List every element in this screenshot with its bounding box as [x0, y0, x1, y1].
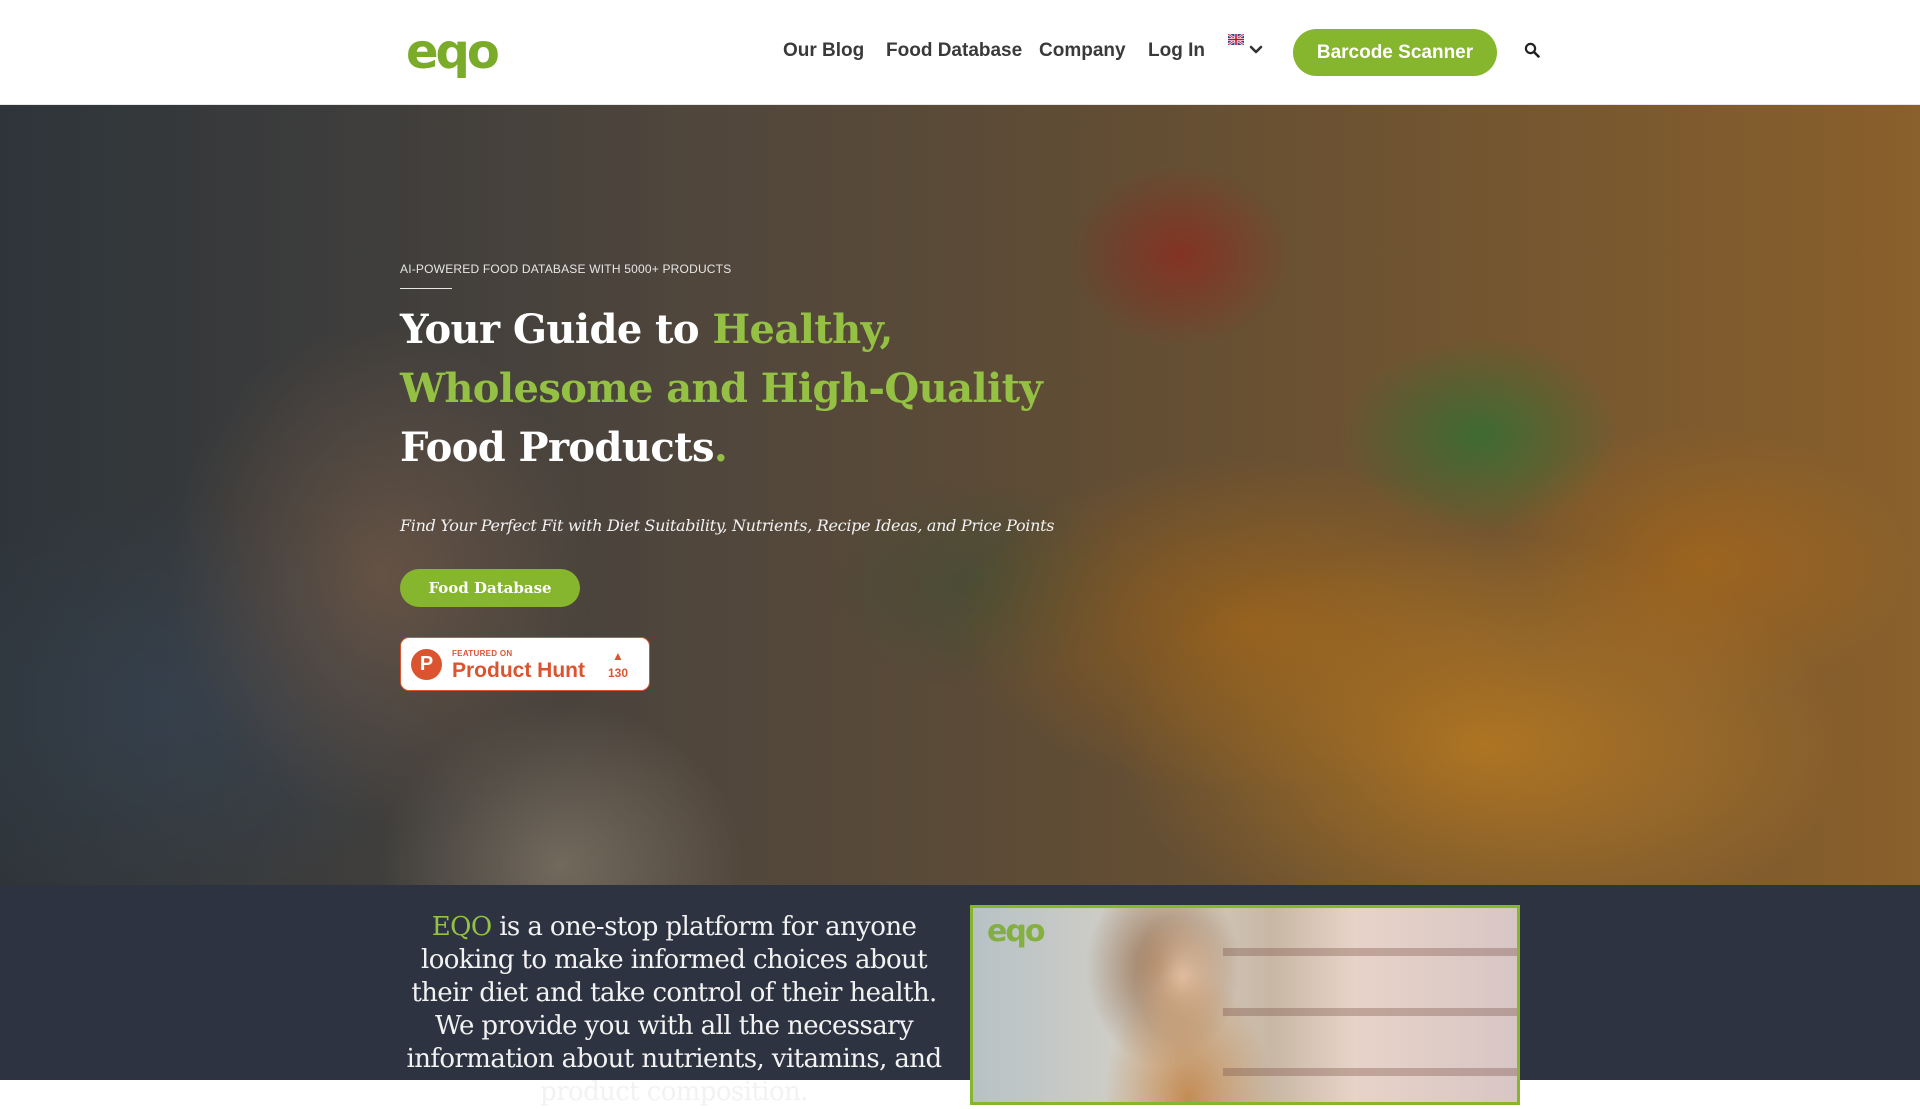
about-text: EQO is a one-stop platform for anyone lo… — [398, 911, 950, 1109]
headline-part-2: Food Products — [400, 424, 715, 471]
about-brand: EQO — [431, 912, 492, 942]
headline-highlight-1: Healthy, — [712, 306, 893, 353]
language-selector[interactable] — [1228, 34, 1268, 64]
shelf-line — [1223, 1068, 1517, 1076]
hero-eyebrow: AI-POWERED FOOD DATABASE WITH 5000+ PROD… — [400, 262, 732, 276]
logo-text: eqo — [406, 24, 500, 80]
headline-line-3: Food Products. — [400, 418, 1040, 477]
upvote-arrow-icon: ▲ — [612, 649, 624, 663]
nav-our-blog[interactable]: Our Blog — [783, 38, 864, 64]
upvote-count: 130 — [607, 666, 629, 680]
shelf-line — [1223, 948, 1517, 956]
eqo-logo[interactable]: eqo — [406, 26, 520, 78]
about-section: EQO is a one-stop platform for anyone lo… — [0, 885, 1920, 1107]
shelf-line — [1223, 1008, 1517, 1016]
product-hunt-name: Product Hunt — [452, 659, 585, 682]
headline-part-1: Your Guide to — [400, 306, 713, 353]
eyebrow-divider — [400, 288, 452, 289]
headline-highlight-2: Wholesome and High-Quality — [400, 365, 1043, 412]
nav-food-database[interactable]: Food Database — [886, 38, 1022, 64]
chevron-down-icon — [1249, 45, 1263, 54]
site-header: eqo Our Blog Food Database Company Log I… — [0, 0, 1920, 105]
product-hunt-badge[interactable]: P FEATURED ON Product Hunt ▲ 130 — [400, 637, 650, 691]
shopper-image: eqo — [970, 905, 1520, 1105]
uk-flag-icon — [1228, 34, 1244, 45]
product-hunt-featured-label: FEATURED ON — [452, 649, 513, 658]
image-logo-overlay: eqo — [987, 914, 1045, 949]
hero-section: AI-POWERED FOOD DATABASE WITH 5000+ PROD… — [0, 105, 1920, 885]
nav-log-in[interactable]: Log In — [1148, 38, 1205, 64]
hero-headline: Your Guide to Healthy, Wholesome and Hig… — [400, 300, 1043, 477]
headline-line-1: Your Guide to Healthy, — [400, 300, 1040, 359]
hero-background-image — [0, 105, 1920, 885]
nav-company[interactable]: Company — [1039, 38, 1126, 64]
hero-subheading: Find Your Perfect Fit with Diet Suitabil… — [400, 516, 1055, 535]
barcode-scanner-button[interactable]: Barcode Scanner — [1293, 29, 1497, 76]
product-hunt-icon: P — [411, 649, 442, 680]
headline-period: . — [713, 424, 728, 471]
search-icon[interactable] — [1524, 42, 1540, 60]
food-database-button[interactable]: Food Database — [400, 569, 580, 607]
